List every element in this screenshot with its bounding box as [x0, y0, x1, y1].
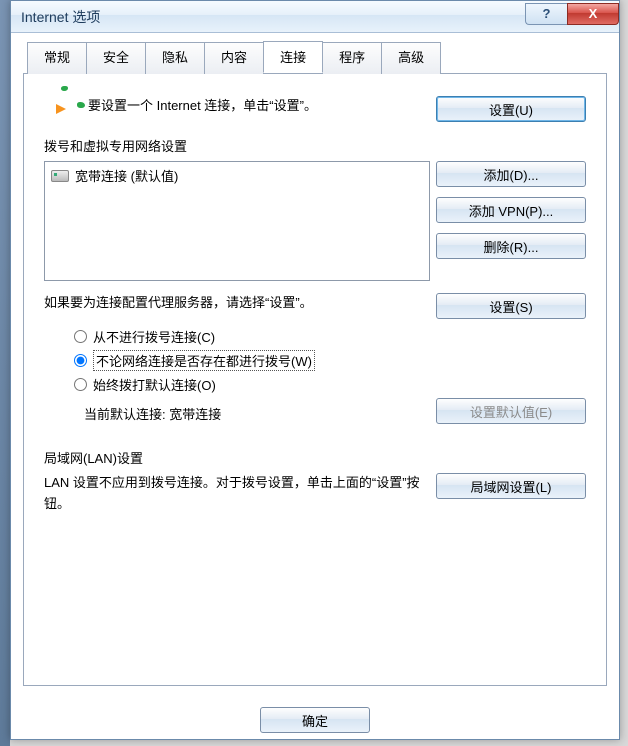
background-strip: [0, 0, 10, 746]
radio-always-row[interactable]: 始终拨打默认连接(O): [74, 375, 586, 394]
dialog-window: Internet 选项 ? X 常规 安全 隐私 内容 连接 程序 高级: [10, 0, 620, 740]
radio-always[interactable]: [74, 378, 87, 391]
lan-text: LAN 设置不应用到拨号连接。对于拨号设置，单击上面的“设置”按钮。: [44, 473, 430, 515]
tab-strip: 常规 安全 隐私 内容 连接 程序 高级: [23, 41, 607, 74]
radio-never-label: 从不进行拨号连接(C): [93, 327, 215, 346]
radio-never[interactable]: [74, 330, 87, 343]
setup-row: 要设置一个 Internet 连接，单击“设置”。 设置(U): [44, 96, 586, 122]
radio-always-label: 始终拨打默认连接(O): [93, 375, 216, 394]
connection-settings-button[interactable]: 设置(S): [436, 293, 586, 319]
list-item-label: 宽带连接 (默认值): [75, 166, 178, 185]
titlebar: Internet 选项 ? X: [11, 1, 619, 33]
tab-content[interactable]: 内容: [204, 42, 264, 74]
tab-privacy[interactable]: 隐私: [145, 42, 205, 74]
default-conn-row: 当前默认连接: 宽带连接 设置默认值(E): [44, 398, 586, 424]
tab-advanced[interactable]: 高级: [381, 42, 441, 74]
radio-whenever[interactable]: [74, 354, 87, 367]
radio-whenever-label: 不论网络连接是否存在都进行拨号(W): [93, 350, 315, 371]
dialup-list-row: 宽带连接 (默认值) 添加(D)... 添加 VPN(P)... 删除(R)..…: [44, 161, 586, 281]
proxy-row: 如果要为连接配置代理服务器，请选择“设置”。 设置(S): [44, 293, 586, 319]
tab-general[interactable]: 常规: [27, 42, 87, 74]
dialog-button-row: 确定: [11, 707, 619, 733]
lan-row: LAN 设置不应用到拨号连接。对于拨号设置，单击上面的“设置”按钮。 局域网设置…: [44, 473, 586, 515]
setup-text: 要设置一个 Internet 连接，单击“设置”。: [88, 96, 430, 117]
tab-panel-connections: 要设置一个 Internet 连接，单击“设置”。 设置(U) 拨号和虚拟专用网…: [23, 74, 607, 686]
tab-connections[interactable]: 连接: [263, 41, 323, 73]
dialup-listbox[interactable]: 宽带连接 (默认值): [44, 161, 430, 281]
add-vpn-button[interactable]: 添加 VPN(P)...: [436, 197, 586, 223]
client-area: 常规 安全 隐私 内容 连接 程序 高级 要设置一个 Internet 连接，单…: [11, 33, 619, 739]
modem-icon: [51, 170, 69, 182]
window-buttons: ? X: [525, 3, 619, 25]
setup-button[interactable]: 设置(U): [436, 96, 586, 122]
set-default-button: 设置默认值(E): [436, 398, 586, 424]
lan-settings-button[interactable]: 局域网设置(L): [436, 473, 586, 499]
lan-section-label: 局域网(LAN)设置: [44, 448, 586, 467]
add-button[interactable]: 添加(D)...: [436, 161, 586, 187]
help-button[interactable]: ?: [525, 3, 567, 25]
tab-security[interactable]: 安全: [86, 42, 146, 74]
ok-button[interactable]: 确定: [260, 707, 370, 733]
close-button[interactable]: X: [567, 3, 619, 25]
current-default-label: 当前默认连接: 宽带连接: [84, 404, 430, 424]
proxy-text: 如果要为连接配置代理服务器，请选择“设置”。: [44, 293, 430, 314]
radio-whenever-row[interactable]: 不论网络连接是否存在都进行拨号(W): [74, 350, 586, 371]
window-title: Internet 选项: [21, 7, 525, 27]
dialup-section-label: 拨号和虚拟专用网络设置: [44, 136, 586, 155]
remove-button[interactable]: 删除(R)...: [436, 233, 586, 259]
radio-never-row[interactable]: 从不进行拨号连接(C): [74, 327, 586, 346]
list-item[interactable]: 宽带连接 (默认值): [51, 166, 423, 185]
tab-programs[interactable]: 程序: [322, 42, 382, 74]
